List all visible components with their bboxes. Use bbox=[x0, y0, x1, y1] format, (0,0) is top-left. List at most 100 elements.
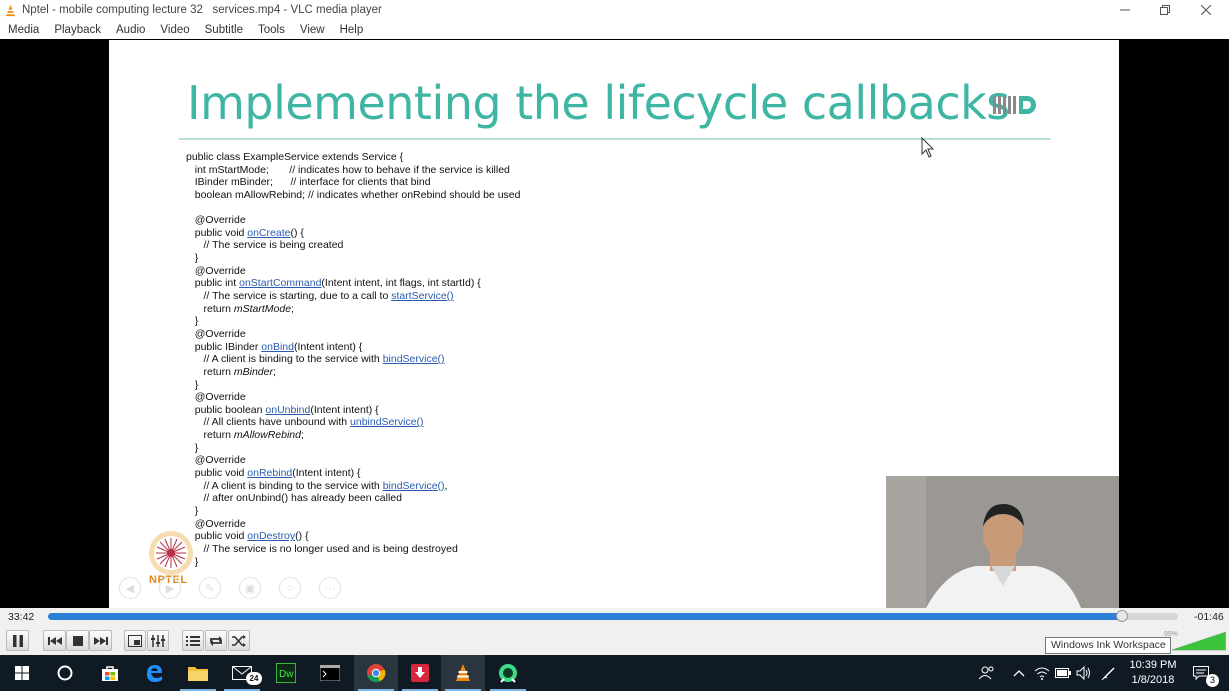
shuffle-button[interactable] bbox=[228, 630, 250, 651]
start-button[interactable] bbox=[0, 655, 44, 691]
code-line: } bbox=[186, 556, 520, 569]
previous-slide-icon[interactable]: ◀ bbox=[119, 577, 141, 599]
code-line: @Override bbox=[186, 391, 520, 404]
taskbar-vlc[interactable] bbox=[441, 655, 485, 691]
pen-icon[interactable]: ✎ bbox=[199, 577, 221, 599]
stop-button[interactable] bbox=[66, 630, 89, 651]
people-icon bbox=[979, 666, 994, 680]
tray-wifi[interactable] bbox=[1032, 655, 1052, 691]
code-link[interactable]: bindService() bbox=[383, 353, 445, 365]
code-link[interactable]: onUnbind bbox=[265, 404, 310, 416]
taskbar-terminal[interactable] bbox=[308, 655, 352, 691]
code-line: @Override bbox=[186, 454, 520, 467]
tray-volume[interactable] bbox=[1074, 655, 1094, 691]
taskbar-file-explorer[interactable] bbox=[176, 655, 220, 691]
code-line: // All clients have unbound with unbindS… bbox=[186, 416, 520, 429]
code-link[interactable]: onStartCommand bbox=[239, 277, 321, 289]
code-line: public void onRebind(Intent intent) { bbox=[186, 467, 520, 480]
cortana-button[interactable] bbox=[43, 655, 87, 691]
code-line: @Override bbox=[186, 214, 520, 227]
elapsed-time[interactable]: 33:42 bbox=[8, 611, 34, 623]
pause-button[interactable] bbox=[6, 630, 29, 651]
zoom-icon[interactable]: ○ bbox=[279, 577, 301, 599]
menu-tools[interactable]: Tools bbox=[254, 24, 289, 36]
tray-battery[interactable] bbox=[1053, 655, 1073, 691]
clock-date: 1/8/2018 bbox=[1131, 674, 1175, 686]
code-text: mBinder bbox=[233, 365, 273, 378]
edge-icon bbox=[147, 665, 162, 682]
playlist-button[interactable] bbox=[182, 630, 204, 651]
code-text: @Override bbox=[186, 454, 246, 467]
download-icon bbox=[411, 664, 429, 682]
taskbar-store[interactable] bbox=[88, 655, 132, 691]
previous-icon bbox=[47, 636, 62, 645]
android-studio-icon bbox=[499, 664, 517, 683]
code-text: return bbox=[186, 365, 234, 378]
code-link[interactable]: unbindService() bbox=[350, 416, 424, 428]
institute-logo-icon bbox=[993, 96, 1036, 114]
next-slide-icon[interactable]: ▶ bbox=[159, 577, 181, 599]
remaining-time[interactable]: -01:46 bbox=[1194, 611, 1224, 623]
restore-icon bbox=[1160, 5, 1170, 15]
seek-handle[interactable] bbox=[1115, 610, 1128, 622]
code-line: // after onUnbind() has already been cal… bbox=[186, 492, 520, 505]
menu-subtitle[interactable]: Subtitle bbox=[201, 24, 247, 36]
pen-ink-icon bbox=[1101, 667, 1115, 681]
code-link[interactable]: startService() bbox=[391, 290, 453, 302]
code-text: (Intent intent) { bbox=[310, 403, 379, 416]
close-icon bbox=[1201, 5, 1211, 15]
video-area[interactable]: Implementing the lifecycle callbacks pub… bbox=[0, 39, 1229, 608]
code-link[interactable]: onBind bbox=[261, 341, 294, 353]
tray-people[interactable] bbox=[976, 655, 998, 691]
restore-button[interactable] bbox=[1145, 0, 1185, 20]
previous-button[interactable] bbox=[43, 630, 66, 651]
code-text: } bbox=[186, 441, 199, 454]
code-link[interactable]: onCreate bbox=[247, 227, 290, 239]
taskbar-dreamweaver[interactable]: Dw bbox=[264, 655, 308, 691]
code-link[interactable]: onRebind bbox=[247, 467, 292, 479]
seek-slider[interactable] bbox=[48, 610, 1178, 622]
code-line: } bbox=[186, 379, 520, 392]
menu-audio[interactable]: Audio bbox=[112, 24, 149, 36]
next-button[interactable] bbox=[89, 630, 112, 651]
taskbar-downloader[interactable] bbox=[398, 655, 442, 691]
code-text: public void bbox=[186, 226, 248, 239]
taskbar-clock[interactable]: 10:39 PM 1/8/2018 bbox=[1124, 658, 1182, 688]
slides-icon[interactable]: ▣ bbox=[239, 577, 261, 599]
controls-row: Windows Ink Workspace 99% bbox=[0, 627, 1229, 655]
tray-windows-ink[interactable] bbox=[1099, 655, 1119, 691]
taskbar-android-studio[interactable] bbox=[486, 655, 530, 691]
store-icon bbox=[102, 666, 118, 681]
code-text: ; bbox=[291, 302, 294, 315]
code-line: @Override bbox=[186, 518, 520, 531]
menu-view[interactable]: View bbox=[296, 24, 329, 36]
volume-slider[interactable] bbox=[1172, 630, 1226, 652]
menu-video[interactable]: Video bbox=[156, 24, 193, 36]
slide-nav-toolbar: ◀ ▶ ✎ ▣ ○ ⋯ bbox=[119, 577, 359, 599]
fullscreen-button[interactable] bbox=[124, 630, 146, 651]
close-button[interactable] bbox=[1186, 0, 1226, 20]
code-text: } bbox=[186, 252, 199, 265]
tray-show-hidden[interactable] bbox=[1010, 655, 1028, 691]
code-line: public void onCreate() { bbox=[186, 227, 520, 240]
code-text: return bbox=[186, 429, 234, 442]
menu-help[interactable]: Help bbox=[336, 24, 368, 36]
code-link[interactable]: bindService() bbox=[383, 480, 445, 492]
extended-settings-button[interactable] bbox=[147, 630, 169, 651]
loop-button[interactable] bbox=[205, 630, 227, 651]
minimize-button[interactable] bbox=[1105, 0, 1145, 20]
code-line: return mStartMode; bbox=[186, 303, 520, 316]
folder-icon bbox=[188, 667, 208, 681]
code-text: } bbox=[186, 504, 199, 517]
menu-media[interactable]: Media bbox=[4, 24, 43, 36]
code-text: boolean mAllowRebind; // indicates wheth… bbox=[186, 188, 521, 201]
taskbar-chrome[interactable] bbox=[354, 655, 398, 691]
code-text: public void bbox=[186, 467, 248, 480]
code-text: public class ExampleService extends Serv… bbox=[186, 151, 404, 163]
more-icon[interactable]: ⋯ bbox=[319, 577, 341, 599]
menu-playback[interactable]: Playback bbox=[50, 24, 105, 36]
code-line: } bbox=[186, 315, 520, 328]
next-icon bbox=[93, 636, 108, 645]
code-link[interactable]: onDestroy bbox=[247, 530, 295, 542]
taskbar-edge[interactable] bbox=[132, 655, 176, 691]
